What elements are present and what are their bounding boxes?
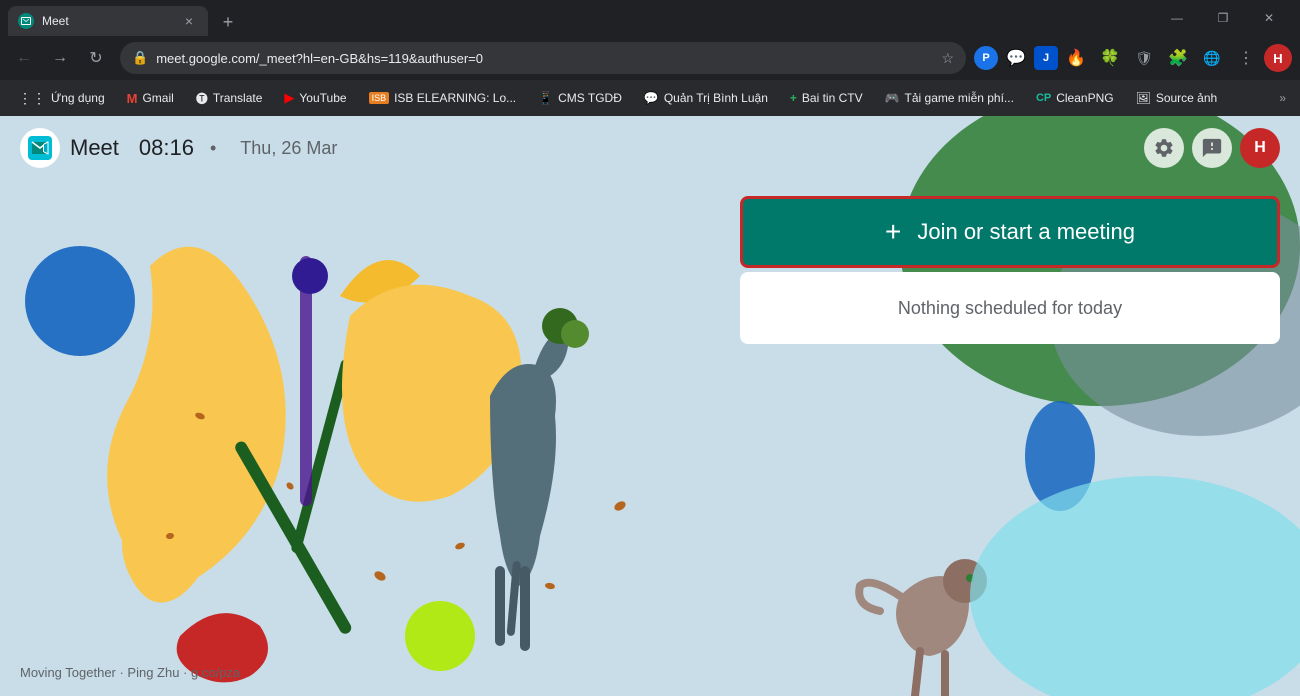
meet-header-right: H: [1144, 128, 1280, 168]
ext-jira-icon[interactable]: J: [1034, 46, 1058, 70]
nothing-scheduled-panel: Nothing scheduled for today: [740, 272, 1280, 344]
bookmark-source[interactable]: 🖼 Source ảnh: [1126, 85, 1228, 111]
forward-button[interactable]: →: [44, 42, 76, 74]
apps-icon: ⋮⋮: [18, 90, 46, 107]
isb-favicon: ISB: [369, 92, 390, 104]
ext-menu-icon[interactable]: ⋮: [1230, 42, 1262, 74]
bookmark-label: Bai tin CTV: [802, 91, 863, 105]
bookmark-label: YouTube: [299, 91, 346, 105]
minimize-button[interactable]: —: [1154, 0, 1200, 36]
back-button[interactable]: ←: [8, 42, 40, 74]
ext-leaf-icon[interactable]: 🍀: [1094, 42, 1126, 74]
meet-title: Meet: [70, 135, 119, 161]
cms-favicon: 📱: [538, 91, 553, 105]
lock-icon: 🔒: [132, 50, 148, 66]
bookmarks-bar: ⋮⋮ Ứng dụng M Gmail 🅣 Translate ▶ YouTub…: [0, 80, 1300, 116]
bookmark-label: Quản Trị Bình Luận: [664, 91, 768, 105]
qtrbl-favicon: 💬: [644, 91, 659, 105]
bookmark-translate[interactable]: 🅣 Translate: [186, 85, 273, 111]
bookmark-label: Gmail: [142, 91, 173, 105]
user-avatar[interactable]: H: [1240, 128, 1280, 168]
tab-area: Meet × +: [8, 0, 1154, 36]
bookmark-label: Source ảnh: [1156, 91, 1217, 105]
main-content: Meet 08:16 • Thu, 26 Mar H + Join or sta…: [0, 116, 1300, 696]
profile-avatar[interactable]: H: [1264, 44, 1292, 72]
address-bar[interactable]: 🔒 meet.google.com/_meet?hl=en-GB&hs=119&…: [120, 42, 966, 74]
browser-chrome: Meet × + — ❐ ✕ ← → ↻ 🔒 meet.google.com/_…: [0, 0, 1300, 116]
baitinctv-favicon: +: [790, 91, 797, 105]
ext-shield-icon[interactable]: 🛡: [1128, 42, 1160, 74]
bookmark-label: ISB ELEARNING: Lo...: [394, 91, 516, 105]
nav-bar: ← → ↻ 🔒 meet.google.com/_meet?hl=en-GB&h…: [0, 36, 1300, 80]
bookmark-label: CleanPNG: [1056, 91, 1113, 105]
meet-date: Thu, 26 Mar: [240, 138, 337, 159]
meet-header: Meet 08:16 • Thu, 26 Mar H: [0, 116, 1300, 180]
bookmark-cleanpng[interactable]: CP CleanPNG: [1026, 85, 1124, 111]
bookmark-label: Translate: [213, 91, 263, 105]
browser-tab[interactable]: Meet ×: [8, 6, 208, 36]
join-meeting-button[interactable]: + Join or start a meeting: [740, 196, 1280, 268]
bookmark-apps[interactable]: ⋮⋮ Ứng dụng: [8, 85, 115, 111]
window-controls: — ❐ ✕: [1154, 0, 1292, 36]
ext-fire-icon[interactable]: 🔥: [1060, 42, 1092, 74]
source-favicon: 🖼: [1136, 91, 1151, 105]
tab-favicon: [18, 13, 34, 29]
tab-title: Meet: [42, 14, 172, 28]
tab-close-button[interactable]: ×: [180, 12, 198, 30]
bookmark-gmail[interactable]: M Gmail: [117, 85, 184, 111]
gmail-favicon: M: [127, 91, 138, 106]
nothing-scheduled-text: Nothing scheduled for today: [898, 298, 1122, 319]
reload-button[interactable]: ↻: [80, 42, 112, 74]
ext-profile-icon[interactable]: P: [974, 46, 998, 70]
bookmark-cms[interactable]: 📱 CMS TGDĐ: [528, 85, 632, 111]
cleanpng-favicon: CP: [1036, 92, 1051, 104]
meet-time: 08:16: [139, 135, 194, 161]
settings-button[interactable]: [1144, 128, 1184, 168]
game-favicon: 🎮: [885, 91, 900, 105]
time-separator: •: [210, 138, 216, 159]
translate-favicon: 🅣: [196, 90, 208, 107]
youtube-favicon: ▶: [284, 90, 294, 106]
new-tab-button[interactable]: +: [214, 8, 242, 36]
bookmark-game[interactable]: 🎮 Tải game miễn phí...: [875, 85, 1024, 111]
plus-icon: +: [885, 216, 901, 248]
right-panel: + Join or start a meeting Nothing schedu…: [740, 196, 1280, 344]
bookmark-label: CMS TGDĐ: [558, 91, 622, 105]
bookmarks-more-button[interactable]: »: [1273, 91, 1292, 105]
maximize-button[interactable]: ❐: [1200, 0, 1246, 36]
toolbar-icons: P 💬 J 🔥 🍀 🛡 🧩 🌐 ⋮ H: [974, 42, 1292, 74]
bookmark-label: Tải game miễn phí...: [905, 91, 1014, 105]
caption-text: Moving Together · Ping Zhu · g.co/pza: [20, 665, 240, 680]
bookmark-baitinctv[interactable]: + Bai tin CTV: [780, 85, 873, 111]
close-button[interactable]: ✕: [1246, 0, 1292, 36]
bookmark-label: Ứng dụng: [51, 91, 105, 105]
bottom-caption: Moving Together · Ping Zhu · g.co/pza: [20, 665, 240, 680]
meet-logo-area: Meet 08:16 • Thu, 26 Mar: [20, 128, 337, 168]
meet-logo: [20, 128, 60, 168]
bookmark-qtrbl[interactable]: 💬 Quản Trị Bình Luận: [634, 85, 778, 111]
ext-puzzle-icon[interactable]: 🧩: [1162, 42, 1194, 74]
url-text: meet.google.com/_meet?hl=en-GB&hs=119&au…: [156, 51, 933, 66]
bookmark-star-icon[interactable]: ☆: [941, 50, 954, 67]
bookmark-isb[interactable]: ISB ISB ELEARNING: Lo...: [359, 85, 527, 111]
meet-logo-svg: [28, 136, 52, 160]
ext-messages-icon[interactable]: 💬: [1000, 42, 1032, 74]
ext-translate-icon[interactable]: 🌐: [1196, 42, 1228, 74]
bookmark-youtube[interactable]: ▶ YouTube: [274, 85, 356, 111]
join-button-label: Join or start a meeting: [917, 219, 1135, 245]
feedback-button[interactable]: [1192, 128, 1232, 168]
title-bar: Meet × + — ❐ ✕: [0, 0, 1300, 36]
